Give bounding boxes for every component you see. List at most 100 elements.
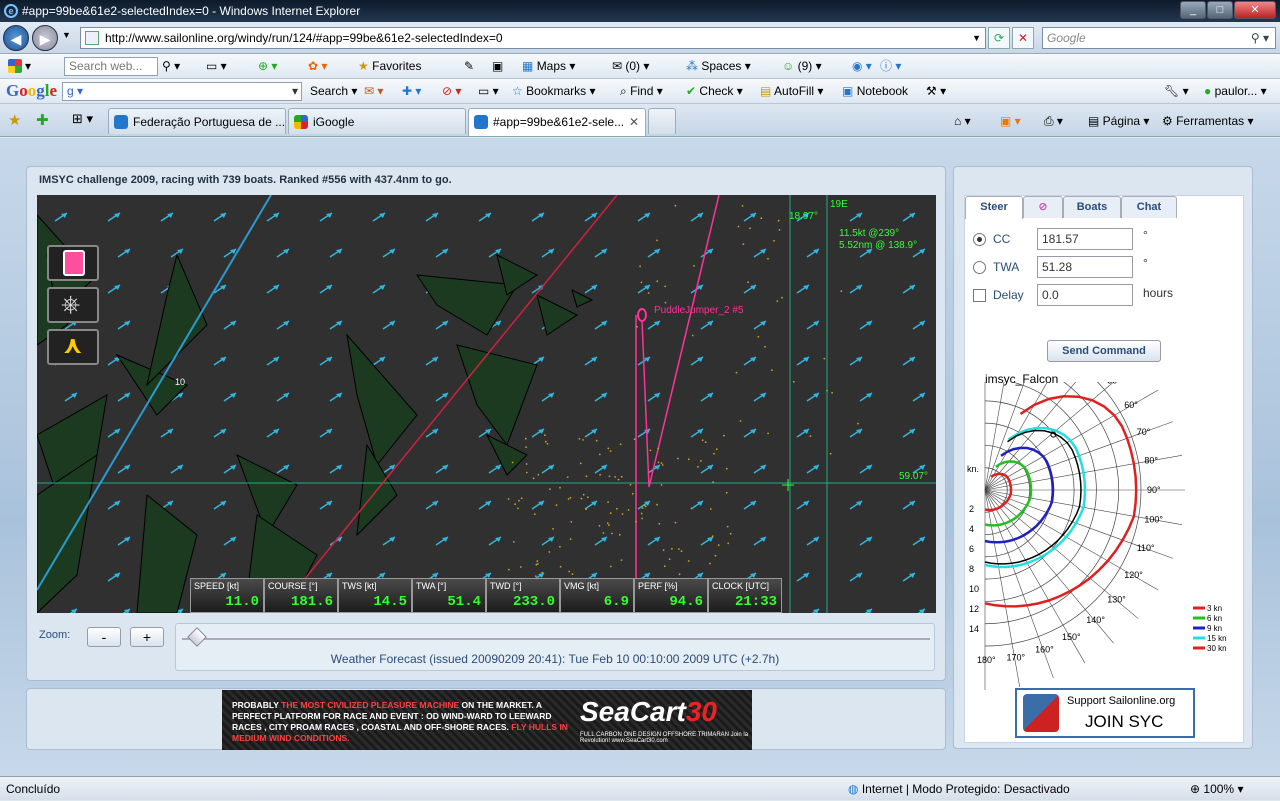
fleet-boat-dot [536, 563, 539, 565]
pen-icon[interactable]: ✎ [464, 58, 474, 75]
feeds-icon[interactable]: ▣ ▾ [1000, 108, 1021, 134]
window-icon[interactable]: ▭ ▾ [478, 83, 499, 100]
new-tab-button[interactable] [648, 108, 676, 134]
fleet-boat-dot [726, 525, 729, 528]
tab-igoogle[interactable]: iGoogle [288, 108, 466, 134]
wind-arrow [902, 356, 916, 366]
wind-arrow [849, 500, 863, 510]
tab-close-icon[interactable]: ✕ [629, 109, 639, 135]
address-input[interactable]: http://www.sailonline.org/windy/run/124/… [80, 27, 986, 49]
forward-button[interactable]: ▶ [32, 25, 58, 51]
settings-wrench-icon[interactable]: 🔧︎ ▾ [1164, 83, 1189, 100]
send-command-button[interactable]: Send Command [1047, 340, 1161, 362]
tab-boats[interactable]: Boats [1063, 196, 1121, 218]
plus-icon[interactable]: ✚ ▾ [402, 83, 421, 100]
syc-logo-icon [1023, 694, 1059, 732]
maximize-button[interactable]: □ [1207, 1, 1233, 19]
zoom-level[interactable]: ⊕ 100% ▾ [1190, 777, 1243, 801]
popup-blocker-icon[interactable]: ⊘ ▾ [442, 83, 461, 100]
edit-icon[interactable]: ▣ [492, 58, 503, 75]
zoom-in-button[interactable]: + [130, 627, 164, 647]
slider-thumb[interactable] [187, 627, 207, 647]
compass-button[interactable]: ⋏ [47, 329, 99, 365]
pagerank-icon[interactable]: ✉ ▾ [364, 83, 383, 100]
mail-button[interactable]: ✉ (0) ▾ [612, 58, 649, 75]
add-favorite-icon[interactable]: ✚ [36, 111, 49, 129]
maps-button[interactable]: ▦ Maps ▾ [522, 58, 575, 75]
twa-radio[interactable] [973, 261, 986, 274]
steering-wheel-button[interactable]: ⎈ [47, 287, 99, 323]
stop-button[interactable]: ✕ [1012, 27, 1034, 49]
page-menu[interactable]: ▤ Página ▾ [1088, 108, 1149, 134]
google-search-button[interactable]: Search ▾ [310, 83, 357, 100]
fleet-boat-dot [671, 547, 673, 550]
fleet-boat-dot [640, 281, 643, 284]
favorites-star-icon[interactable]: ★ [8, 111, 21, 129]
search-icon[interactable]: ⚲ ▾ [1251, 28, 1269, 48]
address-dropdown-icon[interactable]: ▼ [972, 28, 981, 48]
delay-checkbox[interactable] [973, 289, 986, 302]
msn-toolbar: ▾ Search web... ⚲ ▾ ▭ ▾ ⊕ ▾ ✿ ▾ ★ Favori… [0, 54, 1280, 79]
refresh-button[interactable]: ⟳ [988, 27, 1010, 49]
fleet-boat-dot [546, 443, 549, 445]
wind-arrow [902, 284, 916, 294]
quick-tabs-icon[interactable]: ⊞ ▾ [72, 111, 93, 127]
windows-menu-icon[interactable]: ▾ [8, 58, 31, 75]
print-icon[interactable]: ⎙ ▾ [1044, 108, 1063, 134]
tab-chat[interactable]: Chat [1121, 196, 1177, 218]
wind-arrow [382, 320, 396, 330]
msn-butterfly-icon[interactable]: ✿ ▾ [308, 58, 327, 75]
fleet-boat-dot [668, 558, 671, 561]
user-account-button[interactable]: ● paulor... ▾ [1204, 83, 1267, 100]
autofill-button[interactable]: ▤ AutoFill ▾ [760, 83, 823, 100]
wind-arrow [488, 536, 502, 546]
zoom-out-button[interactable]: - [87, 627, 121, 647]
fleet-boat-dot [570, 521, 573, 523]
cc-input[interactable]: 181.57 [1037, 228, 1133, 250]
wind-arrow [700, 392, 714, 402]
favorites-button[interactable]: ★ Favorites [358, 58, 421, 75]
back-button[interactable]: ◀ [3, 25, 29, 51]
browser-search-input[interactable]: Google ⚲ ▾ [1042, 27, 1276, 49]
help-icon[interactable]: ⓘ ▾ [880, 58, 901, 75]
twa-input[interactable]: 51.28 [1037, 256, 1133, 278]
google-toolbar: Google g ▾ ▾ Search ▾ ✉ ▾ ✚ ▾ ⊘ ▾ ▭ ▾ ☆ B… [0, 79, 1280, 104]
google-search-input[interactable]: g ▾ ▾ [62, 82, 302, 101]
tab-compass[interactable]: ⊘ [1023, 196, 1063, 218]
bookmarks-button[interactable]: ☆ Bookmarks ▾ [512, 83, 596, 100]
contacts-count: (9) [797, 59, 813, 73]
messenger-icon[interactable]: ◉ ▾ [852, 58, 872, 75]
history-dropdown-icon[interactable]: ▼ [62, 30, 71, 40]
race-map[interactable]: 19E 18.97° 59.07° 11.5kt @239° 5.52nm @ … [37, 195, 936, 613]
tools-menu[interactable]: ⚙ Ferramentas ▾ [1162, 108, 1253, 134]
center-boat-button[interactable] [47, 245, 99, 281]
tab-fpv[interactable]: Federação Portuguesa de ... [108, 108, 286, 134]
notebook-button[interactable]: ▣ Notebook [842, 83, 908, 100]
spaces-button[interactable]: ⁂ Spaces ▾ [686, 58, 751, 75]
contacts-button[interactable]: ☺ (9) ▾ [782, 58, 822, 75]
wand-icon[interactable]: ⚒ ▾ [926, 83, 946, 100]
web-search-input[interactable]: Search web... [64, 57, 158, 76]
toolbar-options-icon[interactable]: ▭ ▾ [206, 58, 227, 75]
cc-radio[interactable] [973, 233, 986, 246]
wind-arrow [276, 392, 290, 402]
wind-arrow [700, 248, 714, 258]
fleet-boat-dot [641, 517, 643, 520]
forecast-slider[interactable]: Weather Forecast (issued 20090209 20:41)… [175, 623, 935, 671]
seacart-ad[interactable]: PROBABLY THE MOST CIVILIZED PLEASURE MAC… [222, 690, 752, 750]
boat-marker[interactable] [637, 308, 647, 322]
tab-sailonline[interactable]: #app=99be&61e2-sele... ✕ [468, 108, 646, 136]
find-button[interactable]: ⌕ Find ▾ [620, 83, 663, 100]
support-syc-button[interactable]: Support Sailonline.org JOIN SYC [1015, 688, 1195, 738]
close-button[interactable]: ✕ [1234, 1, 1276, 19]
minimize-button[interactable]: _ [1180, 1, 1206, 19]
fleet-boat-dot [773, 239, 775, 242]
delay-input[interactable]: 0.0 [1037, 284, 1133, 306]
home-button[interactable]: ⌂ ▾ [954, 108, 971, 134]
search-go-icon[interactable]: ⚲ ▾ [162, 58, 180, 75]
tab-steer[interactable]: Steer [965, 196, 1023, 219]
add-icon[interactable]: ⊕ ▾ [258, 58, 277, 75]
zoom-icon: ⊕ [1190, 782, 1201, 796]
fleet-boat-dot [616, 507, 618, 510]
check-button[interactable]: ✔ Check ▾ [686, 83, 743, 100]
